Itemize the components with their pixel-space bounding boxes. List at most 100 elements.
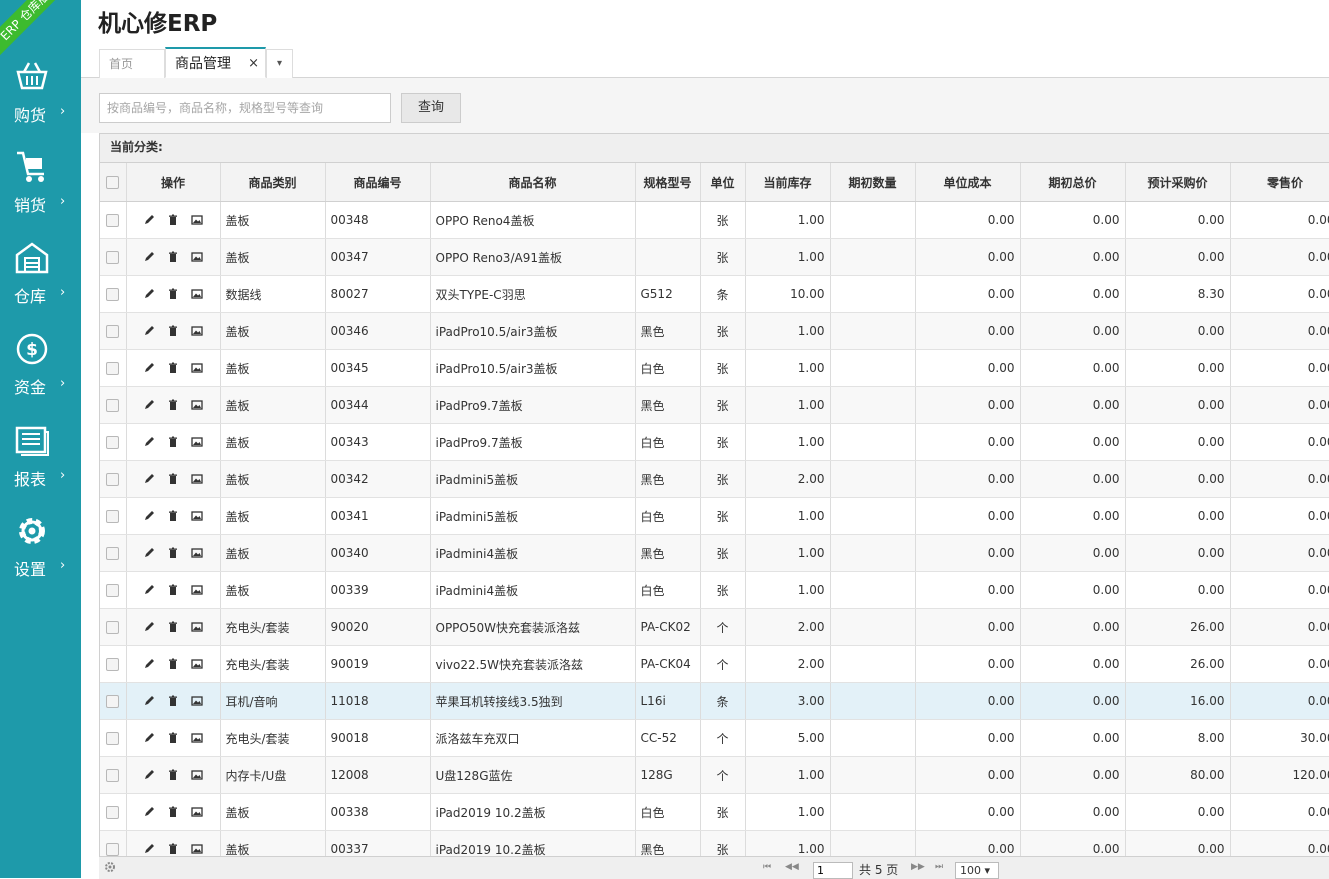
edit-icon[interactable] <box>142 842 156 856</box>
delete-icon[interactable] <box>166 213 180 227</box>
row-checkbox[interactable] <box>106 325 120 338</box>
col-header[interactable]: 商品类别 <box>220 163 326 202</box>
delete-icon[interactable] <box>166 657 180 671</box>
table-row[interactable]: 盖板 00339 iPadmini4盖板 白色张 1.00 0.00 0.00 0.00 0.0… <box>100 571 1329 609</box>
row-checkbox-cell[interactable] <box>100 238 127 276</box>
col-header[interactable]: 预计采购价 <box>1125 163 1231 202</box>
edit-icon[interactable] <box>142 472 156 486</box>
nav-item-warehouse[interactable]: 仓库 › <box>0 241 81 321</box>
nav-item-funds[interactable]: $ 资金 › <box>0 332 81 412</box>
delete-icon[interactable] <box>166 435 180 449</box>
first-page-icon[interactable]: ⏮ <box>763 862 771 872</box>
row-checkbox[interactable] <box>106 769 120 782</box>
search-input[interactable] <box>99 93 391 123</box>
row-checkbox[interactable] <box>106 473 120 486</box>
image-icon[interactable] <box>190 509 204 523</box>
table-row[interactable]: 盖板 00338 iPad2019 10.2盖板 白色张 1.00 0.00 0.00 0.0… <box>100 793 1329 831</box>
delete-icon[interactable] <box>166 694 180 708</box>
table-row[interactable]: 盖板 00340 iPadmini4盖板 黑色张 1.00 0.00 0.00 0.00 0.0… <box>100 534 1329 572</box>
row-checkbox[interactable] <box>106 584 120 597</box>
col-header[interactable]: 当前库存 <box>745 163 831 202</box>
delete-icon[interactable] <box>166 583 180 597</box>
image-icon[interactable] <box>190 213 204 227</box>
edit-icon[interactable] <box>142 731 156 745</box>
edit-icon[interactable] <box>142 398 156 412</box>
edit-icon[interactable] <box>142 435 156 449</box>
col-header[interactable]: 单位 <box>700 163 746 202</box>
edit-icon[interactable] <box>142 620 156 634</box>
chevron-down-icon[interactable]: ▾ <box>266 49 293 78</box>
row-checkbox[interactable] <box>106 399 120 412</box>
table-row[interactable]: 耳机/音响 11018 苹果耳机转接线3.5独到 L16i 条 3.00 0.00 0.00 1… <box>100 682 1329 720</box>
image-icon[interactable] <box>190 324 204 338</box>
col-header[interactable]: 单位成本 <box>915 163 1021 202</box>
prev-page-icon[interactable]: ◀◀ <box>785 862 799 872</box>
row-checkbox-cell[interactable] <box>100 608 127 646</box>
row-checkbox-cell[interactable] <box>100 497 127 535</box>
image-icon[interactable] <box>190 805 204 819</box>
row-checkbox-cell[interactable] <box>100 756 127 794</box>
edit-icon[interactable] <box>142 250 156 264</box>
row-checkbox[interactable] <box>106 214 120 227</box>
select-all-checkbox[interactable] <box>106 176 120 189</box>
select-all-checkbox-cell[interactable] <box>100 163 127 202</box>
edit-icon[interactable] <box>142 768 156 782</box>
delete-icon[interactable] <box>166 842 180 856</box>
row-checkbox-cell[interactable] <box>100 682 127 720</box>
image-icon[interactable] <box>190 768 204 782</box>
delete-icon[interactable] <box>166 472 180 486</box>
last-page-icon[interactable]: ⏭ <box>935 862 943 872</box>
edit-icon[interactable] <box>142 657 156 671</box>
query-button[interactable]: 查询 <box>401 93 461 123</box>
table-row[interactable]: 盖板 00341 iPadmini5盖板 白色张 1.00 0.00 0.00 0.00 0.0… <box>100 497 1329 535</box>
image-icon[interactable] <box>190 842 204 856</box>
row-checkbox[interactable] <box>106 251 120 264</box>
table-row[interactable]: 数据线 80027 双头TYPE-C羽思 G512 条 10.00 0.00 0.00 8.30… <box>100 275 1329 313</box>
delete-icon[interactable] <box>166 546 180 560</box>
image-icon[interactable] <box>190 361 204 375</box>
nav-item-purchase[interactable]: 购货 › <box>0 60 81 140</box>
delete-icon[interactable] <box>166 361 180 375</box>
edit-icon[interactable] <box>142 546 156 560</box>
delete-icon[interactable] <box>166 805 180 819</box>
next-page-icon[interactable]: ▶▶ <box>911 862 925 872</box>
col-header[interactable]: 期初数量 <box>830 163 916 202</box>
row-checkbox-cell[interactable] <box>100 423 127 461</box>
delete-icon[interactable] <box>166 250 180 264</box>
image-icon[interactable] <box>190 435 204 449</box>
delete-icon[interactable] <box>166 287 180 301</box>
delete-icon[interactable] <box>166 768 180 782</box>
row-checkbox-cell[interactable] <box>100 275 127 313</box>
page-number-input[interactable] <box>813 862 853 879</box>
edit-icon[interactable] <box>142 213 156 227</box>
delete-icon[interactable] <box>166 398 180 412</box>
delete-icon[interactable] <box>166 324 180 338</box>
edit-icon[interactable] <box>142 583 156 597</box>
nav-item-settings[interactable]: 设置 › <box>0 514 81 594</box>
col-header[interactable]: 商品名称 <box>430 163 636 202</box>
row-checkbox[interactable] <box>106 843 120 856</box>
image-icon[interactable] <box>190 620 204 634</box>
edit-icon[interactable] <box>142 509 156 523</box>
row-checkbox[interactable] <box>106 658 120 671</box>
delete-icon[interactable] <box>166 620 180 634</box>
col-header[interactable]: 规格型号 <box>635 163 701 202</box>
tab-goods-management[interactable]: 商品管理 × <box>165 47 266 78</box>
row-checkbox-cell[interactable] <box>100 386 127 424</box>
nav-item-reports[interactable]: 报表 › <box>0 424 81 504</box>
row-checkbox[interactable] <box>106 621 120 634</box>
row-checkbox[interactable] <box>106 547 120 560</box>
row-checkbox-cell[interactable] <box>100 719 127 757</box>
row-checkbox[interactable] <box>106 806 120 819</box>
edit-icon[interactable] <box>142 805 156 819</box>
image-icon[interactable] <box>190 583 204 597</box>
row-checkbox-cell[interactable] <box>100 645 127 683</box>
nav-item-sales[interactable]: 销货 › <box>0 150 81 230</box>
table-row[interactable]: 充电头/套装 90020 OPPO50W快充套装派洛兹 PA-CK02 个 2.00 0.0… <box>100 608 1329 646</box>
table-row[interactable]: 盖板 00345 iPadPro10.5/air3盖板 白色张 1.00 0.00 0.00… <box>100 349 1329 387</box>
table-row[interactable]: 盖板 00343 iPadPro9.7盖板 白色张 1.00 0.00 0.00 0.00 0.… <box>100 423 1329 461</box>
image-icon[interactable] <box>190 287 204 301</box>
table-row[interactable]: 内存卡/U盘 12008 U盘128G蓝佐 128G 个 1.00 0.00 0.00 80.0… <box>100 756 1329 794</box>
image-icon[interactable] <box>190 657 204 671</box>
table-row[interactable]: 盖板 00342 iPadmini5盖板 黑色张 2.00 0.00 0.00 0.00 0.0… <box>100 460 1329 498</box>
